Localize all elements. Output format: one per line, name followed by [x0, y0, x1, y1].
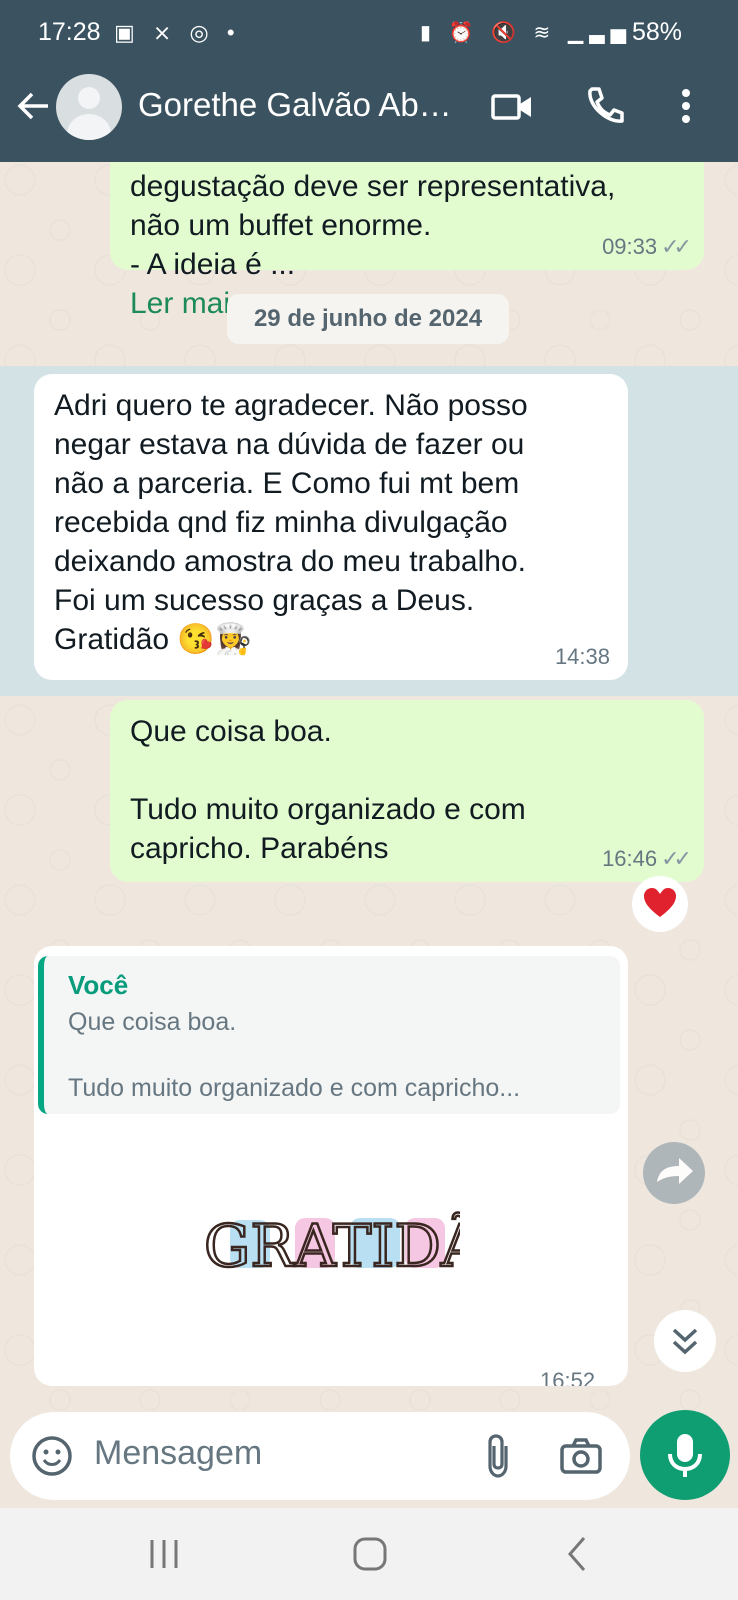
double-check-icon: ✓✓: [661, 234, 692, 259]
notification-icons: ▣ ⨯ ◎ •: [114, 20, 241, 46]
outgoing-message[interactable]: Que coisa boa. Tudo muito organizado e c…: [110, 700, 704, 882]
message-time: 16:52: [540, 1368, 596, 1386]
message-composer: Mensagem: [10, 1412, 630, 1500]
outgoing-message[interactable]: degustação deve ser representativa, não …: [110, 160, 704, 320]
status-time: 17:28: [38, 18, 101, 46]
camera-icon[interactable]: [558, 1434, 604, 1478]
alarm-icon: ⏰: [448, 22, 480, 44]
capcut-icon: ⨯: [152, 20, 178, 45]
message-meta: 09:33 ✓✓: [602, 234, 692, 260]
contact-name[interactable]: Gorethe Galvão Ab…: [138, 86, 468, 124]
message-text: degustação deve ser representativa, não …: [130, 170, 616, 281]
wifi-icon: ≋: [533, 22, 557, 44]
message-text: Adri quero te agradecer. Não posso negar…: [54, 389, 528, 656]
attach-icon[interactable]: [478, 1432, 518, 1480]
incoming-message[interactable]: Adri quero te agradecer. Não posso negar…: [34, 374, 628, 680]
gallery-icon: ▣: [114, 20, 141, 45]
emoji-icon[interactable]: [30, 1434, 74, 1478]
double-check-icon: ✓✓: [661, 846, 692, 871]
quote-author: Você: [68, 970, 129, 1000]
status-bar: 17:28 ▣ ⨯ ◎ • ▮ ⏰ 🔇 ≋ ▁▃▅ 58%: [0, 0, 738, 68]
chat-header: Gorethe Galvão Ab…: [0, 70, 738, 160]
forward-icon[interactable]: [643, 1142, 705, 1204]
quote-text: Que coisa boa. Tudo muito organizado e c…: [68, 1008, 521, 1102]
message-text: Que coisa boa. Tudo muito organizado e c…: [130, 715, 526, 865]
message-time: 16:46: [602, 846, 658, 871]
back-nav-icon[interactable]: [556, 1532, 600, 1576]
system-nav-bar: [0, 1508, 738, 1600]
scroll-down-icon[interactable]: [654, 1310, 716, 1372]
dot-icon: •: [226, 20, 241, 45]
battery-saver-icon: ▮: [420, 22, 438, 44]
back-arrow-icon[interactable]: [14, 86, 54, 126]
home-icon[interactable]: [348, 1532, 392, 1576]
video-call-icon[interactable]: [490, 84, 534, 128]
top-bar: 17:28 ▣ ⨯ ◎ • ▮ ⏰ 🔇 ≋ ▁▃▅ 58% Gorethe Ga…: [0, 0, 738, 162]
signal-icon: ▁▃▅: [567, 22, 632, 44]
quoted-message[interactable]: Você Que coisa boa. Tudo muito organizad…: [38, 956, 620, 1114]
message-meta: 16:46 ✓✓: [602, 846, 692, 872]
message-time: 09:33: [602, 234, 658, 259]
avatar[interactable]: [56, 74, 122, 140]
sticker-text: GRATIDÃO: [204, 1212, 460, 1280]
more-vert-icon[interactable]: [664, 84, 708, 128]
system-icons: ▮ ⏰ 🔇 ≋ ▁▃▅: [420, 20, 632, 45]
message-time: 14:38: [554, 644, 610, 669]
chat-area[interactable]: degustação deve ser representativa, não …: [0, 160, 738, 1410]
battery-level: 58%: [632, 18, 683, 46]
mute-icon: 🔇: [491, 22, 522, 44]
mic-button[interactable]: [640, 1410, 730, 1500]
gratidao-sticker[interactable]: GRATIDÃO: [200, 1190, 532, 1290]
instagram-icon: ◎: [189, 20, 215, 45]
heart-reaction-icon[interactable]: [632, 876, 688, 932]
message-input[interactable]: Mensagem: [94, 1434, 262, 1473]
date-separator: 29 de junho de 2024: [227, 294, 509, 344]
recent-apps-icon[interactable]: [142, 1532, 186, 1576]
phone-icon[interactable]: [582, 84, 626, 128]
